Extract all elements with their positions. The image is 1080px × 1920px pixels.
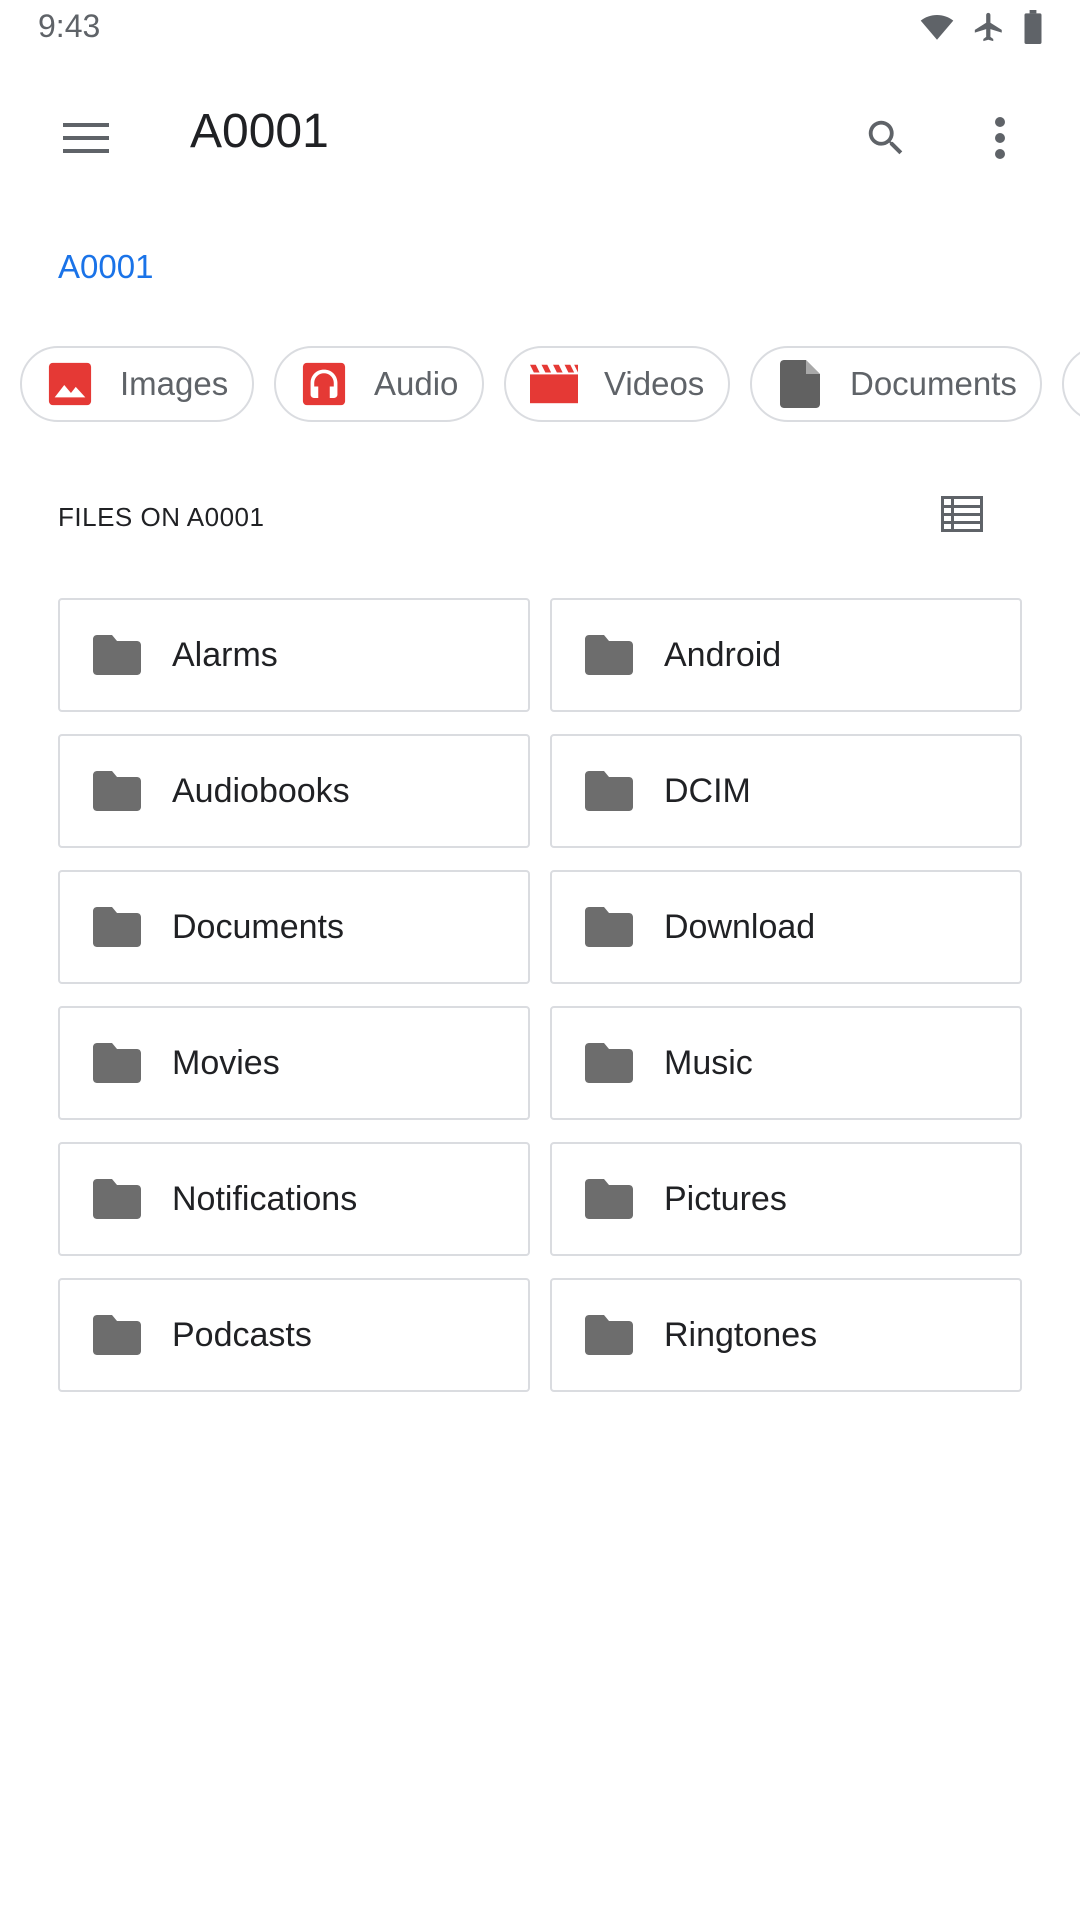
chip-label: Audio — [374, 365, 459, 402]
folder-label: Audiobooks — [172, 771, 350, 810]
folder-icon — [584, 902, 634, 952]
folder-label: Podcasts — [172, 1315, 312, 1354]
status-time: 9:43 — [38, 8, 101, 44]
folder-label: Alarms — [172, 635, 278, 674]
folder-label: Notifications — [172, 1179, 358, 1218]
status-icons — [918, 10, 1044, 44]
folder-icon — [584, 1310, 634, 1360]
more-vert-icon — [994, 116, 1006, 165]
folder-label: Music — [664, 1043, 753, 1082]
document-icon — [776, 360, 824, 408]
chip-audio[interactable]: Audio — [274, 346, 484, 422]
folder-item-alarms[interactable]: Alarms — [58, 598, 530, 712]
folder-icon — [584, 766, 634, 816]
folder-label: Pictures — [664, 1179, 787, 1218]
folder-label: Android — [664, 635, 782, 674]
search-icon — [863, 115, 909, 166]
page-title: A0001 — [190, 105, 329, 158]
chip-label: Images — [120, 365, 229, 402]
menu-button[interactable] — [46, 100, 126, 180]
battery-icon — [1022, 10, 1044, 44]
chip-more[interactable] — [1062, 346, 1080, 422]
folder-item-audiobooks[interactable]: Audiobooks — [58, 734, 530, 848]
folder-item-android[interactable]: Android — [550, 598, 1022, 712]
headphones-icon — [300, 360, 348, 408]
search-button[interactable] — [846, 100, 926, 180]
folder-icon — [92, 1174, 142, 1224]
folder-label: Documents — [172, 907, 344, 946]
folder-item-podcasts[interactable]: Podcasts — [58, 1278, 530, 1392]
folder-label: Download — [664, 907, 816, 946]
image-icon — [46, 360, 94, 408]
folder-item-download[interactable]: Download — [550, 870, 1022, 984]
folder-icon — [584, 1174, 634, 1224]
folder-icon — [92, 902, 142, 952]
section-title: FILES ON A0001 — [58, 502, 265, 532]
status-bar: 9:43 — [0, 0, 1080, 60]
folder-icon — [92, 1310, 142, 1360]
folder-label: DCIM — [664, 771, 751, 810]
folder-item-notifications[interactable]: Notifications — [58, 1142, 530, 1256]
folder-item-movies[interactable]: Movies — [58, 1006, 530, 1120]
more-options-button[interactable] — [960, 100, 1040, 180]
folder-item-documents[interactable]: Documents — [58, 870, 530, 984]
folder-icon — [92, 1038, 142, 1088]
folder-item-pictures[interactable]: Pictures — [550, 1142, 1022, 1256]
category-chips: Images Audio Videos Documents — [0, 346, 1080, 426]
folder-item-music[interactable]: Music — [550, 1006, 1022, 1120]
chip-images[interactable]: Images — [20, 346, 254, 422]
folder-icon — [584, 1038, 634, 1088]
folder-label: Movies — [172, 1043, 280, 1082]
folder-icon — [584, 630, 634, 680]
chip-videos[interactable]: Videos — [504, 346, 730, 422]
view-toggle-button[interactable] — [922, 476, 1002, 556]
chip-label: Documents — [850, 365, 1017, 402]
movie-icon — [530, 360, 578, 408]
folder-item-dcim[interactable]: DCIM — [550, 734, 1022, 848]
folder-icon — [92, 630, 142, 680]
folder-label: Ringtones — [664, 1315, 818, 1354]
folder-grid: Alarms Android Audiobooks DCIM Documents… — [58, 598, 1022, 1392]
list-view-icon — [941, 495, 983, 537]
chip-label: Videos — [604, 365, 705, 402]
wifi-icon — [918, 10, 956, 44]
folder-icon — [92, 766, 142, 816]
folder-item-ringtones[interactable]: Ringtones — [550, 1278, 1022, 1392]
airplane-icon — [972, 10, 1006, 44]
menu-icon — [63, 121, 109, 160]
breadcrumb[interactable]: A0001 — [58, 248, 153, 286]
app-bar: A0001 — [0, 78, 1080, 194]
chip-documents[interactable]: Documents — [750, 346, 1042, 422]
